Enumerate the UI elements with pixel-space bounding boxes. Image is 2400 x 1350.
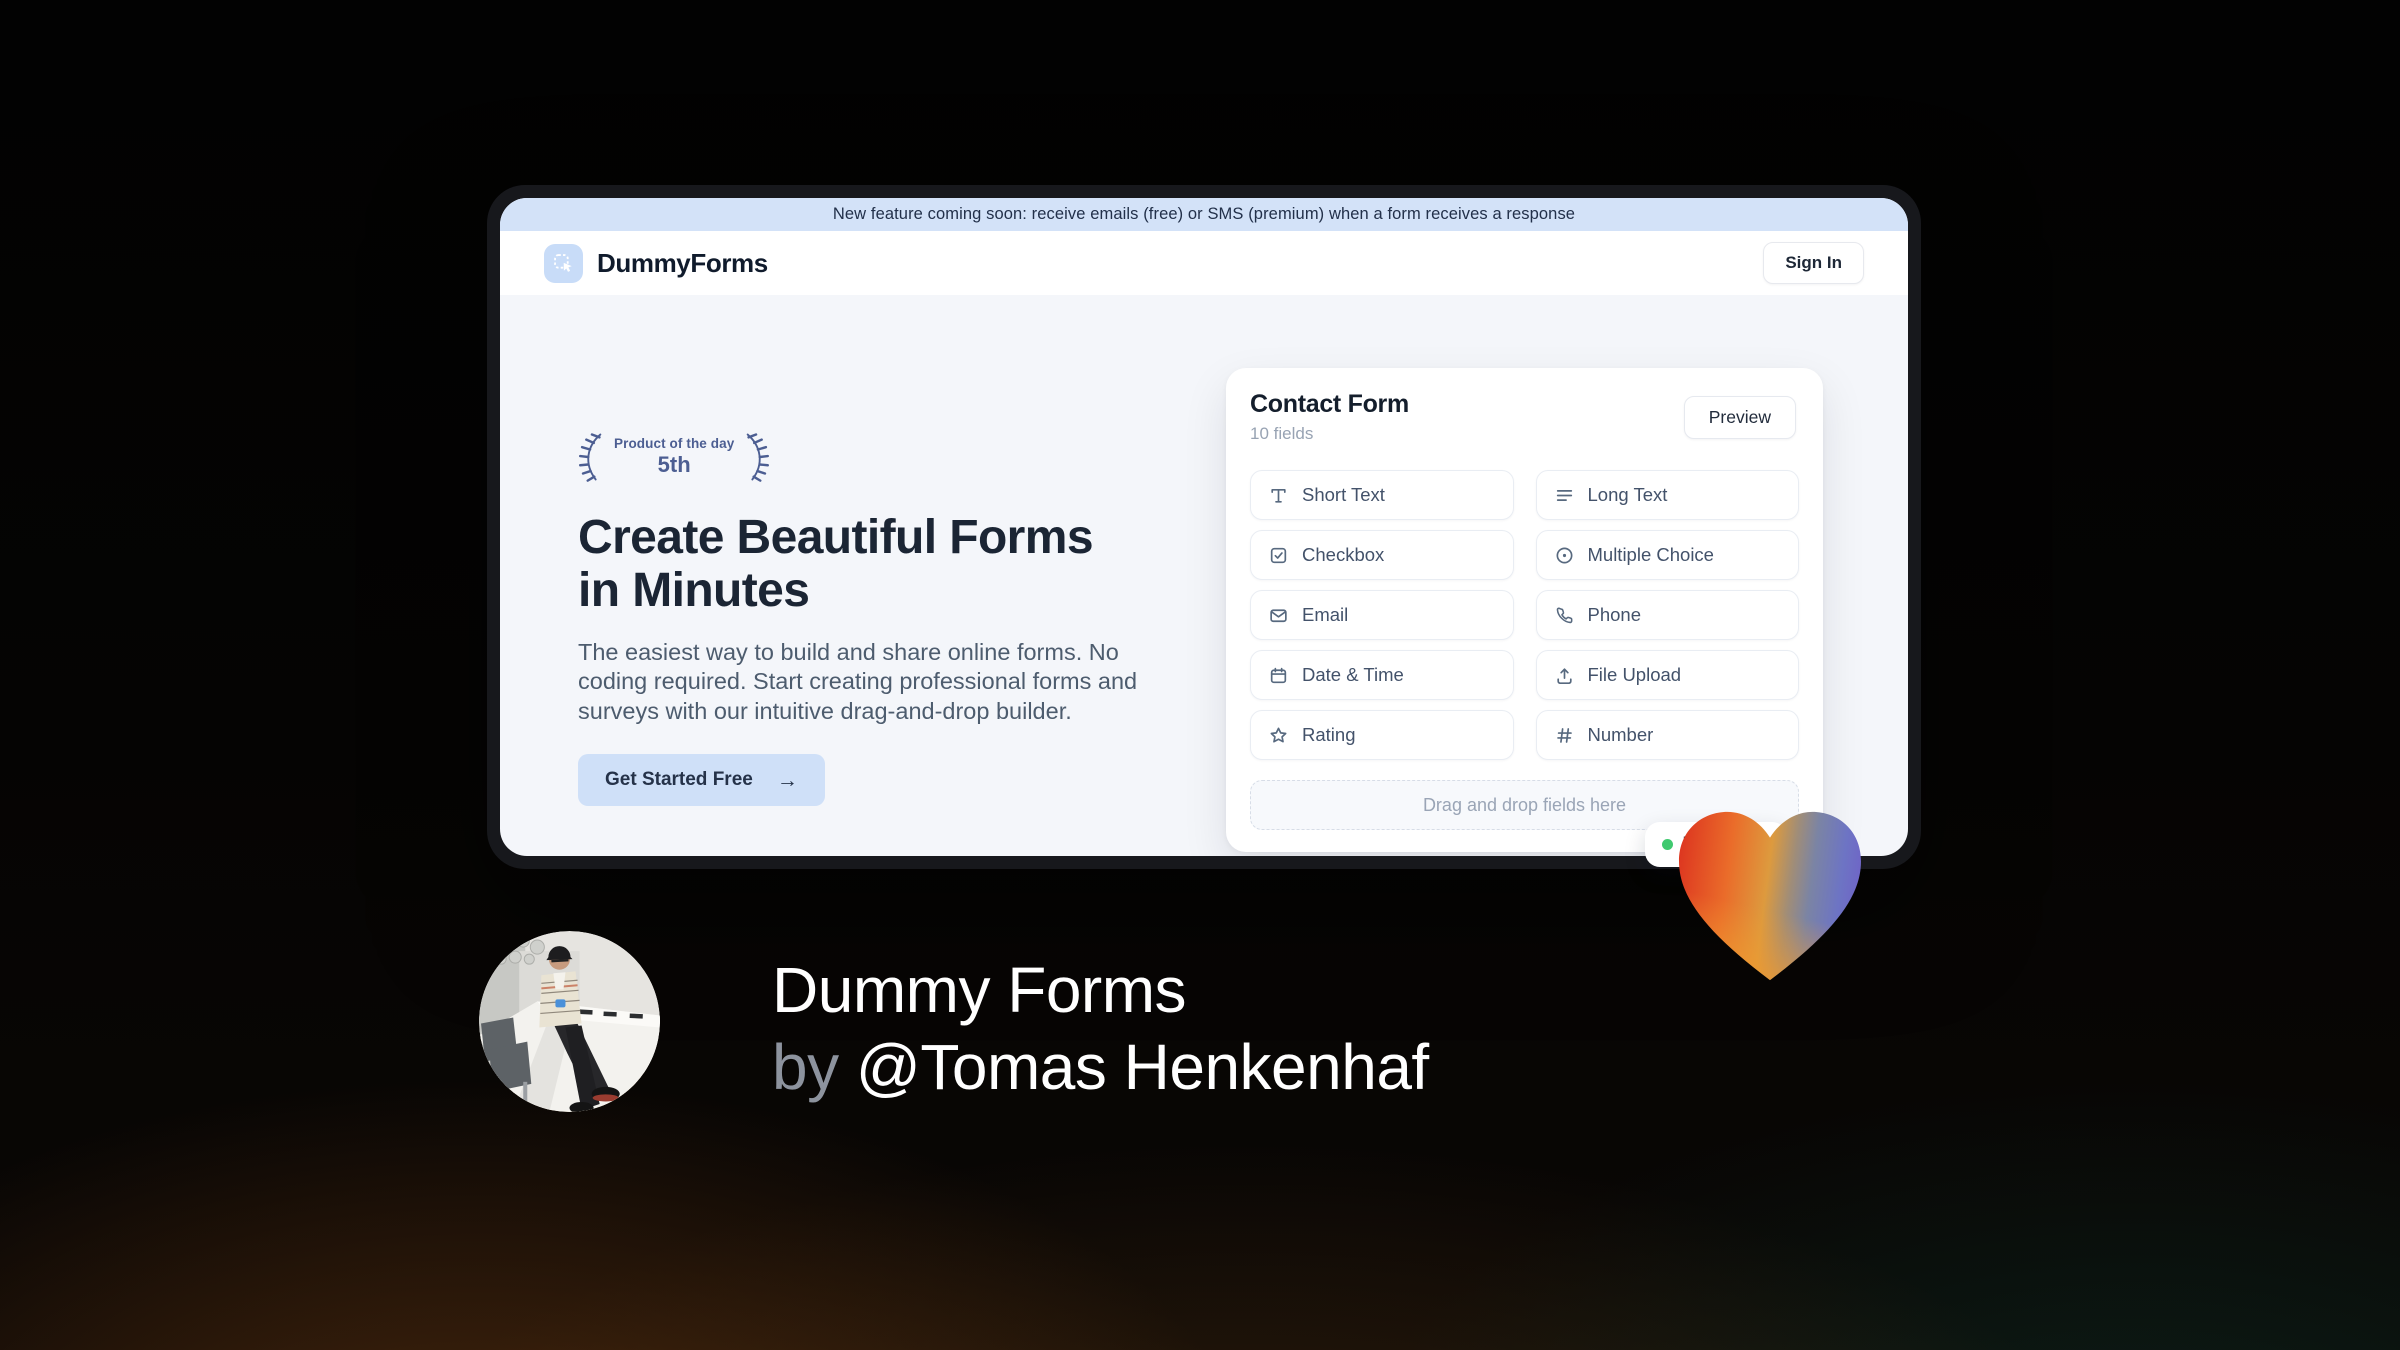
text-icon	[1268, 485, 1289, 506]
field-short-text[interactable]: Short Text	[1250, 470, 1514, 520]
laurel-right-icon	[742, 429, 772, 485]
card-header: Contact Form 10 fields Preview	[1250, 390, 1799, 444]
sign-in-button[interactable]: Sign In	[1763, 242, 1864, 284]
product-of-the-day-badge: Product of the day 5th	[576, 429, 772, 485]
caption-title: Dummy Forms	[772, 954, 1187, 1026]
drop-zone-label: Drag and drop fields here	[1422, 794, 1627, 815]
hash-icon	[1554, 725, 1575, 746]
field-checkbox[interactable]: Checkbox	[1250, 530, 1514, 580]
preview-button[interactable]: Preview	[1683, 396, 1796, 439]
caption-author-line: by @Tomas Henkenhaf	[772, 1029, 1429, 1106]
field-number[interactable]: Number	[1535, 710, 1799, 760]
promo-canvas: New feature coming soon: receive emails …	[0, 0, 2400, 1350]
byline-caption: Dummy Forms by @Tomas Henkenhaf	[772, 952, 1429, 1107]
star-icon	[1268, 725, 1289, 746]
hero-section: Product of the day 5th Create Beautiful …	[500, 295, 1908, 856]
caption-author: @Tomas Henkenhaf	[855, 1031, 1429, 1104]
hero-description: The easiest way to build and share onlin…	[578, 638, 1138, 724]
laurel-left-icon	[576, 429, 606, 485]
upload-icon	[1554, 665, 1575, 686]
announcement-banner: New feature coming soon: receive emails …	[500, 198, 1908, 231]
site-header: DummyForms Sign In	[500, 231, 1908, 295]
align-left-icon	[1554, 485, 1575, 506]
award-line1: Product of the day	[614, 436, 735, 451]
field-date-time[interactable]: Date & Time	[1250, 650, 1514, 700]
calendar-icon	[1268, 665, 1289, 686]
phone-icon	[1554, 605, 1575, 626]
browser-window: New feature coming soon: receive emails …	[487, 185, 1921, 869]
checkbox-icon	[1268, 545, 1289, 566]
envelope-icon	[1268, 605, 1289, 626]
announcement-text: New feature coming soon: receive emails …	[832, 205, 1576, 223]
field-file-upload[interactable]: File Upload	[1535, 650, 1799, 700]
hero-left-column: Product of the day 5th Create Beautiful …	[576, 429, 1168, 807]
author-avatar	[479, 931, 660, 1112]
caption-by: by	[772, 1031, 839, 1104]
award-text: Product of the day 5th	[610, 436, 738, 478]
brand-name: DummyForms	[597, 247, 768, 278]
form-builder-card: Contact Form 10 fields Preview Short Tex…	[1226, 368, 1823, 852]
arrow-right-icon: →	[776, 768, 798, 792]
field-phone[interactable]: Phone	[1535, 590, 1799, 640]
get-started-button[interactable]: Get Started Free →	[578, 754, 825, 807]
field-email[interactable]: Email	[1250, 590, 1514, 640]
field-rating[interactable]: Rating	[1250, 710, 1514, 760]
app-screen: New feature coming soon: receive emails …	[500, 198, 1908, 856]
get-started-label: Get Started Free	[605, 769, 753, 791]
field-long-text[interactable]: Long Text	[1535, 470, 1799, 520]
hero-title: Create Beautiful Forms in Minutes	[578, 511, 1094, 617]
dashed-select-cursor-icon	[552, 252, 575, 275]
dummyforms-logo[interactable]	[544, 243, 583, 283]
heart-icon	[1671, 806, 1869, 988]
field-palette: Short Text Long Text Checkbox Multiple C…	[1250, 470, 1799, 760]
radio-icon	[1554, 545, 1575, 566]
field-multiple-choice[interactable]: Multiple Choice	[1535, 530, 1799, 580]
award-rank: 5th	[657, 452, 691, 477]
